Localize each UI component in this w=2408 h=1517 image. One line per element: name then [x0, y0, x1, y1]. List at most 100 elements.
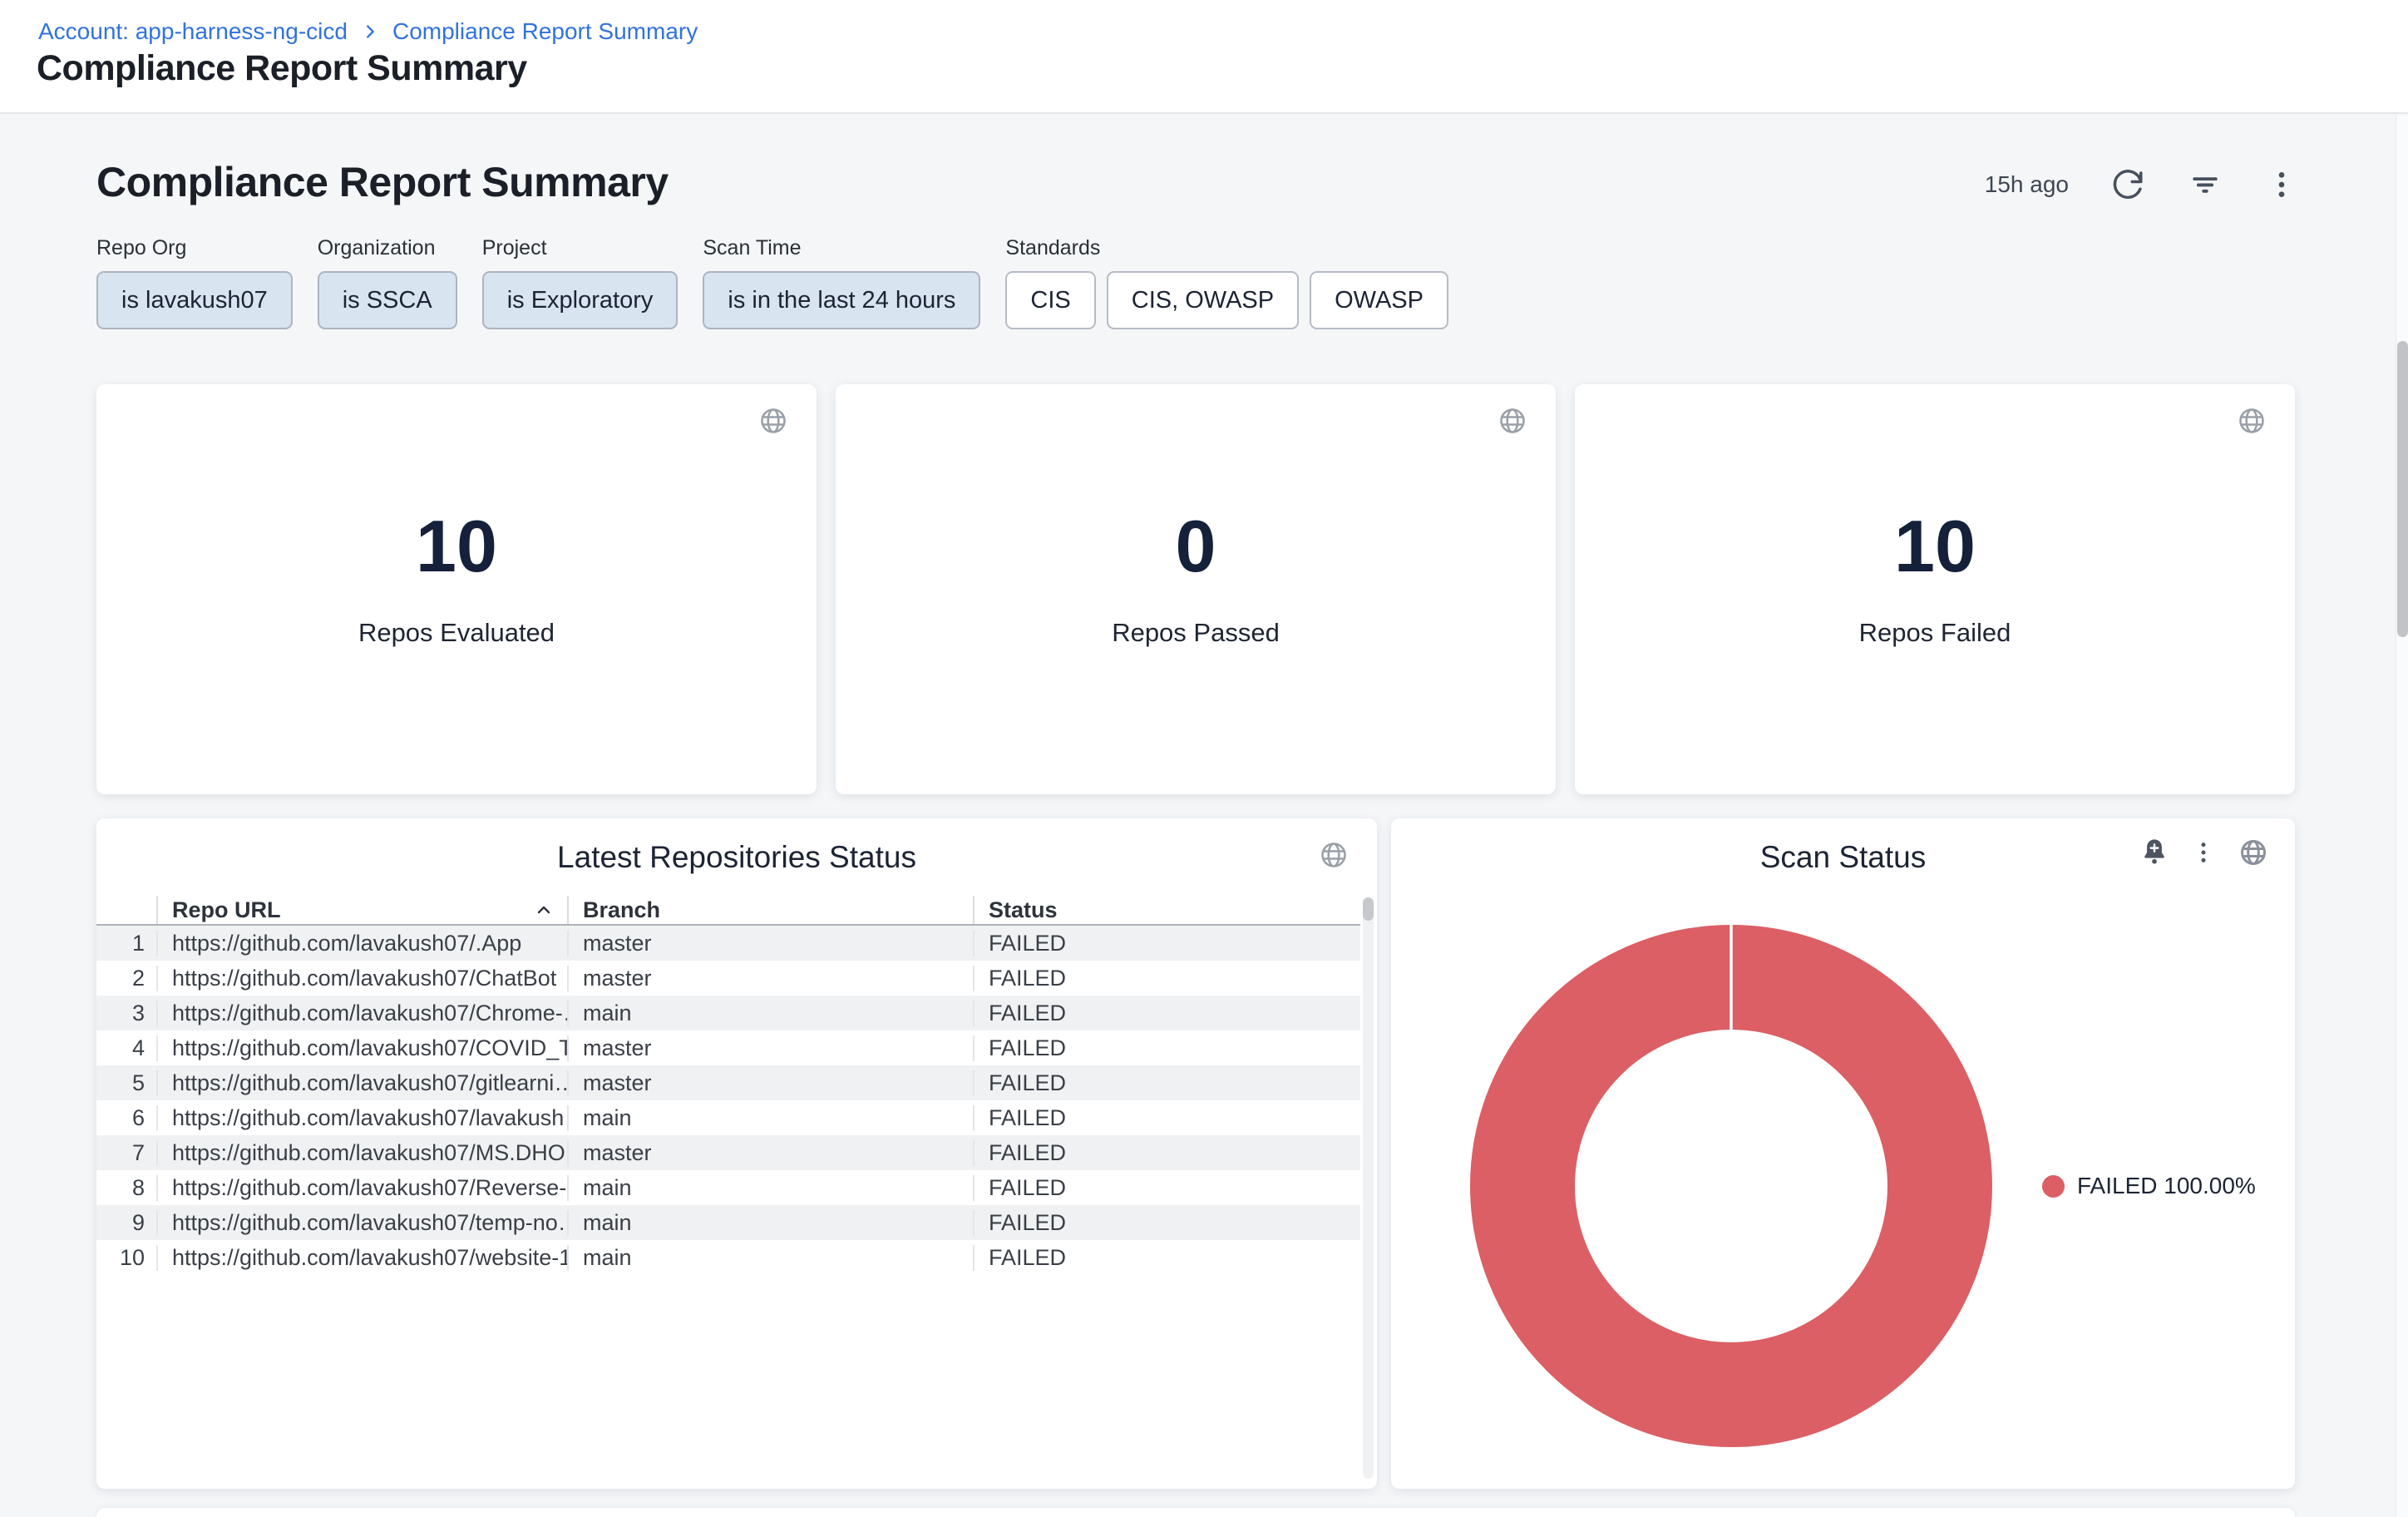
status-cell: FAILED — [973, 1105, 1360, 1131]
filter-label: Organization — [318, 236, 457, 260]
status-cell: FAILED — [973, 1140, 1360, 1166]
stat-value: 0 — [1176, 510, 1216, 583]
standards-chip-cis[interactable]: CIS — [1005, 271, 1095, 329]
row-number: 4 — [96, 1035, 156, 1061]
breadcrumb-account-link[interactable]: Account: app-harness-ng-cicd — [38, 18, 348, 45]
row-number: 2 — [96, 966, 156, 991]
filter-chip-project[interactable]: is Exploratory — [482, 271, 678, 329]
branch-cell: main — [567, 1105, 973, 1131]
stat-label: Repos Evaluated — [358, 618, 555, 648]
row-number-column-header — [96, 896, 156, 924]
branch-cell: main — [567, 1001, 973, 1026]
standards-chip-owasp[interactable]: OWASP — [1310, 271, 1448, 329]
column-header-repo-url[interactable]: Repo URL — [156, 896, 567, 924]
next-tile-partial — [96, 1508, 2295, 1517]
filter-project: Project is Exploratory — [482, 236, 678, 329]
globe-icon[interactable] — [2237, 406, 2267, 436]
table-title: Latest Repositories Status — [96, 840, 1377, 875]
filter-organization: Organization is SSCA — [318, 236, 457, 329]
status-cell: FAILED — [973, 1245, 1360, 1271]
globe-icon[interactable] — [1319, 840, 1349, 870]
row-number: 1 — [96, 931, 156, 956]
filter-icon[interactable] — [2187, 166, 2223, 203]
row-number: 5 — [96, 1070, 156, 1096]
filter-standards: Standards CIS CIS, OWASP OWASP — [1005, 236, 1448, 329]
scan-status-card: Scan Status F — [1391, 818, 2295, 1489]
dashboard-title: Compliance Report Summary — [96, 158, 669, 206]
kebab-menu-icon[interactable] — [2265, 168, 2298, 201]
repo-url-cell: https://github.com/lavakush07/COVID_T… — [156, 1035, 567, 1061]
repo-url-cell: https://github.com/lavakush07/.App — [156, 931, 567, 956]
app-header: Account: app-harness-ng-cicd Compliance … — [0, 0, 2408, 114]
repositories-table: Repo URL Branch Status 1 https://github.… — [96, 896, 1360, 1275]
refresh-icon[interactable] — [2110, 167, 2145, 202]
kebab-menu-icon[interactable] — [2190, 839, 2217, 866]
branch-cell: master — [567, 1070, 973, 1096]
branch-cell: main — [567, 1245, 973, 1271]
globe-icon[interactable] — [2238, 838, 2268, 867]
scan-status-donut-chart[interactable] — [1448, 903, 2014, 1469]
sort-ascending-icon — [534, 900, 554, 920]
branch-cell: master — [567, 931, 973, 956]
breadcrumb: Account: app-harness-ng-cicd Compliance … — [38, 18, 698, 45]
status-cell: FAILED — [973, 1001, 1360, 1026]
table-scrollbar-thumb[interactable] — [1363, 897, 1374, 921]
page-scrollbar-thumb[interactable] — [2397, 341, 2408, 637]
filters-bar: Repo Org is lavakush07 Organization is S… — [96, 236, 1448, 329]
last-refreshed-label: 15h ago — [1985, 171, 2069, 198]
filter-label: Scan Time — [703, 236, 980, 260]
status-cell: FAILED — [973, 1035, 1360, 1061]
repo-url-cell: https://github.com/lavakush07/gitlearni… — [156, 1070, 567, 1096]
row-number: 8 — [96, 1175, 156, 1201]
globe-icon[interactable] — [758, 406, 788, 436]
table-row: 2 https://github.com/lavakush07/ChatBot … — [96, 961, 1360, 996]
filter-label: Project — [482, 236, 678, 260]
alert-bell-icon[interactable] — [2140, 837, 2169, 868]
table-row: 1 https://github.com/lavakush07/.App mas… — [96, 926, 1360, 961]
column-header-label: Repo URL — [172, 897, 281, 923]
filter-repo-org: Repo Org is lavakush07 — [96, 236, 293, 329]
repo-url-cell: https://github.com/lavakush07/lavakush… — [156, 1105, 567, 1131]
branch-cell: master — [567, 1035, 973, 1061]
stat-label: Repos Passed — [1112, 618, 1280, 648]
column-header-status[interactable]: Status — [973, 896, 1360, 924]
stat-card-repos-passed: 0 Repos Passed — [836, 384, 1556, 794]
table-row: 7 https://github.com/lavakush07/MS.DHO… … — [96, 1135, 1360, 1170]
donut-slice-failed — [1522, 977, 1940, 1395]
dashboard-controls: 15h ago — [1985, 161, 2298, 208]
status-cell: FAILED — [973, 1175, 1360, 1201]
standards-chip-group: CIS CIS, OWASP OWASP — [1005, 271, 1448, 329]
scan-card-actions — [2140, 837, 2268, 868]
filter-chip-organization[interactable]: is SSCA — [318, 271, 457, 329]
breadcrumb-current-link[interactable]: Compliance Report Summary — [392, 18, 698, 45]
filter-chip-repo-org[interactable]: is lavakush07 — [96, 271, 293, 329]
chart-legend[interactable]: FAILED 100.00% — [2042, 1173, 2256, 1199]
filter-label: Standards — [1005, 236, 1448, 260]
filter-label: Repo Org — [96, 236, 293, 260]
table-header-row: Repo URL Branch Status — [96, 896, 1360, 926]
row-number: 10 — [96, 1245, 156, 1271]
standards-chip-cis-owasp[interactable]: CIS, OWASP — [1107, 271, 1299, 329]
repo-url-cell: https://github.com/lavakush07/Chrome-… — [156, 1001, 567, 1026]
table-row: 3 https://github.com/lavakush07/Chrome-…… — [96, 996, 1360, 1030]
repo-url-cell: https://github.com/lavakush07/ChatBot — [156, 966, 567, 991]
repo-url-cell: https://github.com/lavakush07/temp-no… — [156, 1210, 567, 1236]
table-row: 10 https://github.com/lavakush07/website… — [96, 1240, 1360, 1275]
table-row: 8 https://github.com/lavakush07/Reverse-… — [96, 1170, 1360, 1205]
branch-cell: master — [567, 1140, 973, 1166]
page-scrollbar[interactable] — [2396, 116, 2408, 1517]
globe-icon[interactable] — [1498, 406, 1527, 436]
column-header-branch[interactable]: Branch — [567, 896, 973, 924]
repo-url-cell: https://github.com/lavakush07/Reverse-… — [156, 1175, 567, 1201]
filter-chip-scan-time[interactable]: is in the last 24 hours — [703, 271, 980, 329]
latest-repositories-status-card: Latest Repositories Status Repo URL Bran… — [96, 818, 1377, 1489]
branch-cell: master — [567, 966, 973, 991]
chevron-right-icon — [361, 22, 379, 41]
table-scrollbar[interactable] — [1363, 897, 1374, 1479]
legend-failed-dot — [2042, 1175, 2065, 1198]
status-cell: FAILED — [973, 1210, 1360, 1236]
table-row: 5 https://github.com/lavakush07/gitlearn… — [96, 1065, 1360, 1100]
status-cell: FAILED — [973, 931, 1360, 956]
repo-url-cell: https://github.com/lavakush07/website-1 — [156, 1245, 567, 1271]
branch-cell: main — [567, 1210, 973, 1236]
